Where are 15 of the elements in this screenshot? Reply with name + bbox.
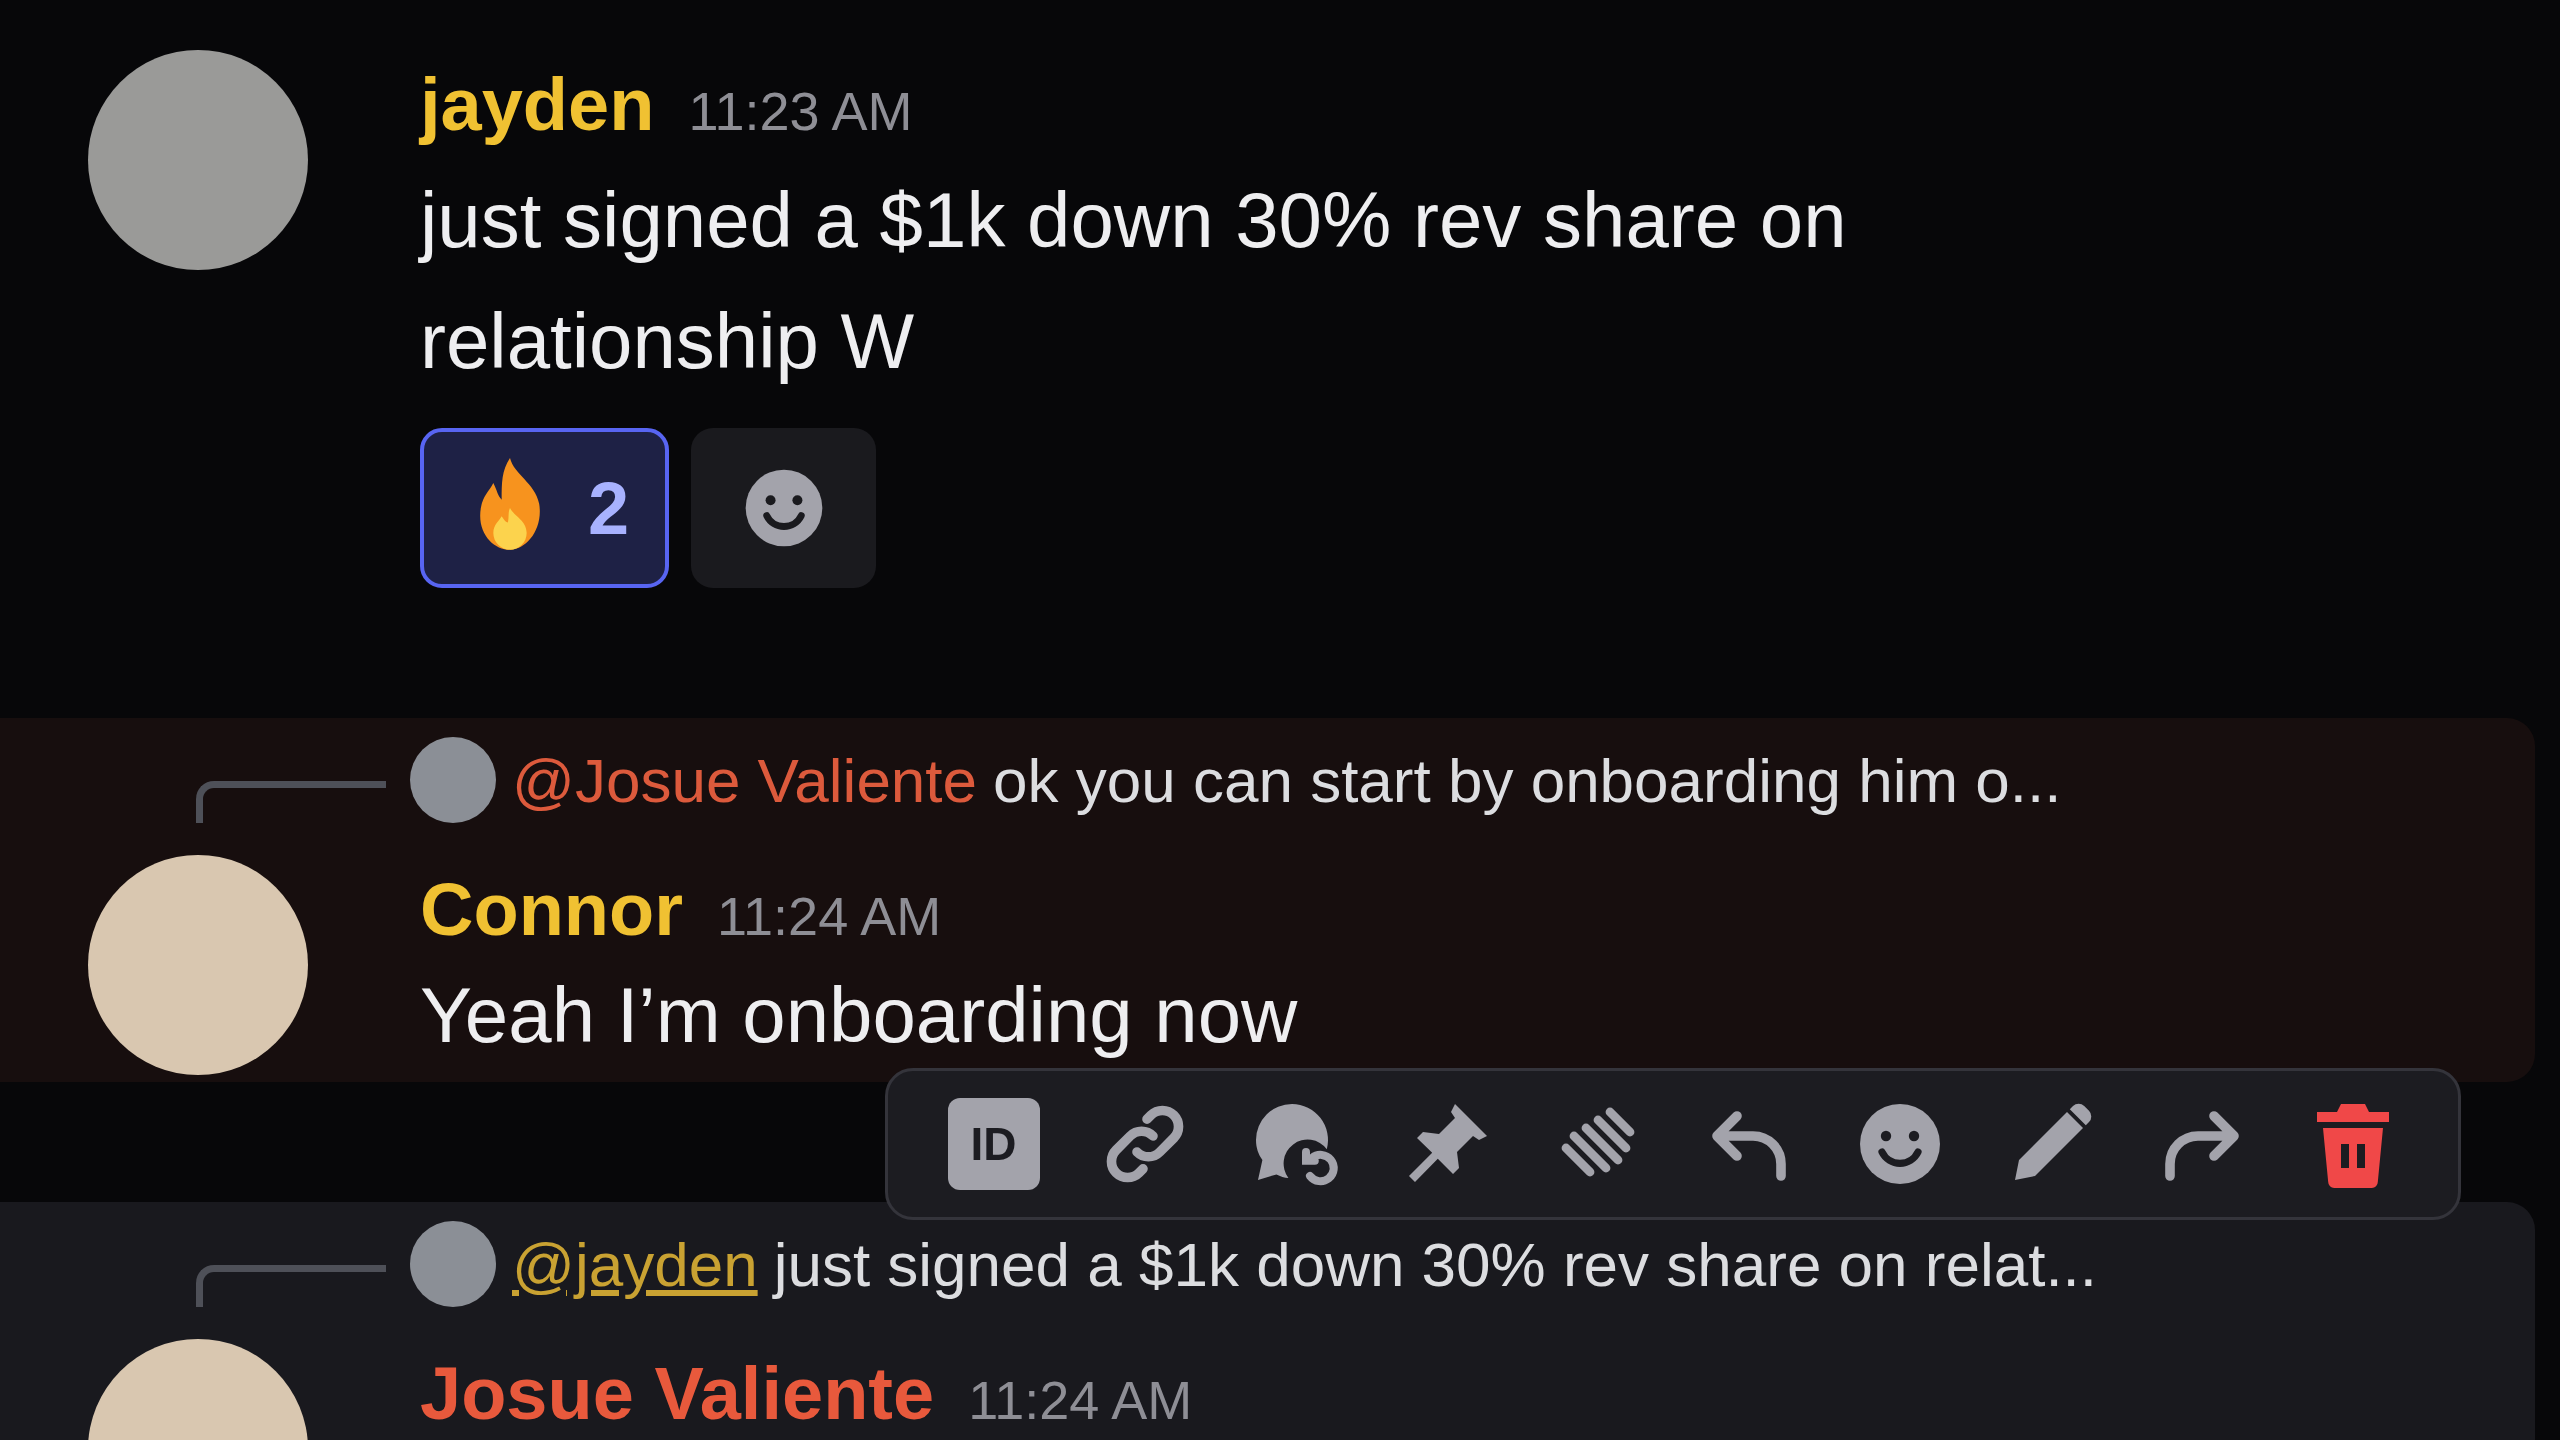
- timestamp: 11:23 AM: [688, 80, 913, 143]
- reaction-button[interactable]: 2: [420, 428, 670, 588]
- message-text: Yeah I’m onboarding now: [420, 970, 1299, 1061]
- message-text: just signed a $1k down 30% rev share on relationship W: [420, 175, 1848, 387]
- timestamp: 11:24 AM: [717, 885, 942, 948]
- reply-preview-text[interactable]: just signed a $1k down 30% rev share on relat...: [773, 1228, 2098, 1300]
- username[interactable]: Connor: [420, 855, 684, 965]
- reply-mention[interactable]: @jayden: [512, 1228, 758, 1300]
- timestamp: 11:24 AM: [968, 1369, 1193, 1432]
- reply-mention[interactable]: @Josue Valiente: [512, 744, 978, 816]
- add-reaction-button[interactable]: [691, 428, 877, 588]
- reply-preview-text[interactable]: ok you can start by onboarding him o...: [993, 744, 2062, 816]
- username[interactable]: Josue Valiente: [420, 1339, 935, 1440]
- username[interactable]: jayden: [420, 50, 655, 160]
- copy-id-button[interactable]: ID: [918, 1079, 1069, 1209]
